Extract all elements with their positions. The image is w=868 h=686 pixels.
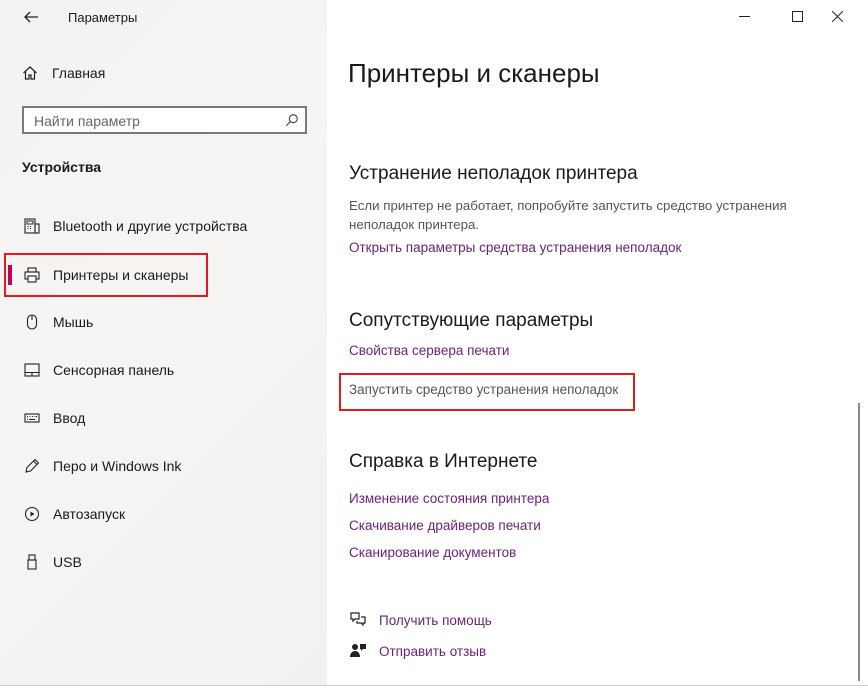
sidebar-item-pen[interactable]: Перо и Windows Ink	[4, 444, 324, 488]
sidebar-item-label: Автозапуск	[53, 506, 126, 522]
pen-icon	[22, 456, 42, 476]
app-title: Параметры	[68, 10, 138, 25]
sidebar-item-bluetooth[interactable]: Bluetooth и другие устройства	[4, 204, 324, 248]
sidebar-item-usb[interactable]: USB	[4, 540, 324, 584]
sidebar: Параметры Главная Найти параметр Устройс…	[0, 0, 327, 686]
scan-documents-link[interactable]: Сканирование документов	[349, 545, 516, 560]
mouse-icon	[22, 312, 42, 332]
get-help-row[interactable]: Получить помощь	[349, 611, 492, 629]
minimize-icon	[738, 15, 750, 17]
change-printer-status-link[interactable]: Изменение состояния принтера	[349, 491, 549, 506]
touchpad-icon	[22, 360, 42, 380]
sidebar-item-label: Ввод	[53, 410, 86, 426]
search-icon	[285, 114, 298, 127]
sidebar-item-touchpad[interactable]: Сенсорная панель	[4, 348, 324, 392]
home-label: Главная	[52, 65, 106, 81]
open-troubleshooter-settings-link[interactable]: Открыть параметры средства устранения не…	[349, 240, 681, 255]
sidebar-item-label: Сенсорная панель	[53, 362, 175, 378]
feedback-icon	[349, 642, 367, 660]
run-troubleshooter-link[interactable]: Запустить средство устранения неполадок	[349, 382, 618, 397]
get-help-link: Получить помощь	[379, 612, 492, 628]
keyboard-icon	[22, 408, 42, 428]
content-pane: Принтеры и сканеры Устранение неполадок …	[327, 0, 868, 686]
sidebar-item-label: Мышь	[53, 314, 94, 330]
feedback-link: Отправить отзыв	[379, 643, 487, 659]
sidebar-item-label: Bluetooth и другие устройства	[53, 218, 248, 234]
autoplay-icon	[22, 504, 42, 524]
sidebar-item-typing[interactable]: Ввод	[4, 396, 324, 440]
web-help-heading: Справка в Интернете	[349, 451, 538, 472]
sidebar-item-autoplay[interactable]: Автозапуск	[4, 492, 324, 536]
troubleshoot-description: Если принтер не работает, попробуйте зап…	[349, 198, 787, 232]
maximize-icon	[791, 10, 803, 22]
sidebar-item-printers[interactable]: Принтеры и сканеры	[4, 253, 324, 297]
download-print-drivers-link[interactable]: Скачивание драйверов печати	[349, 518, 541, 533]
close-button[interactable]	[814, 0, 860, 32]
print-server-properties-link[interactable]: Свойства сервера печати	[349, 343, 509, 358]
back-button[interactable]	[18, 6, 44, 28]
settings-window: Параметры Главная Найти параметр Устройс…	[0, 0, 868, 686]
back-arrow-icon	[24, 11, 38, 23]
sidebar-item-label: Перо и Windows Ink	[53, 458, 182, 474]
home-link[interactable]: Главная	[22, 65, 105, 81]
usb-icon	[22, 552, 42, 572]
scrollbar[interactable]	[858, 403, 860, 681]
search-placeholder: Найти параметр	[34, 113, 140, 129]
sidebar-item-label: USB	[53, 554, 82, 570]
close-icon	[831, 10, 843, 22]
help-chat-icon	[349, 611, 367, 629]
sidebar-item-label: Принтеры и сканеры	[53, 267, 189, 283]
troubleshoot-heading: Устранение неполадок принтера	[349, 163, 638, 184]
bluetooth-devices-icon	[22, 216, 42, 236]
feedback-row[interactable]: Отправить отзыв	[349, 642, 486, 660]
sidebar-item-mouse[interactable]: Мышь	[4, 300, 324, 344]
section-title: Устройства	[22, 159, 102, 175]
search-input[interactable]: Найти параметр	[22, 106, 307, 134]
home-icon	[22, 65, 38, 81]
printer-icon	[22, 265, 42, 285]
minimize-button[interactable]	[721, 0, 767, 32]
related-settings-heading: Сопутствующие параметры	[349, 310, 594, 331]
page-title: Принтеры и сканеры	[348, 58, 600, 88]
